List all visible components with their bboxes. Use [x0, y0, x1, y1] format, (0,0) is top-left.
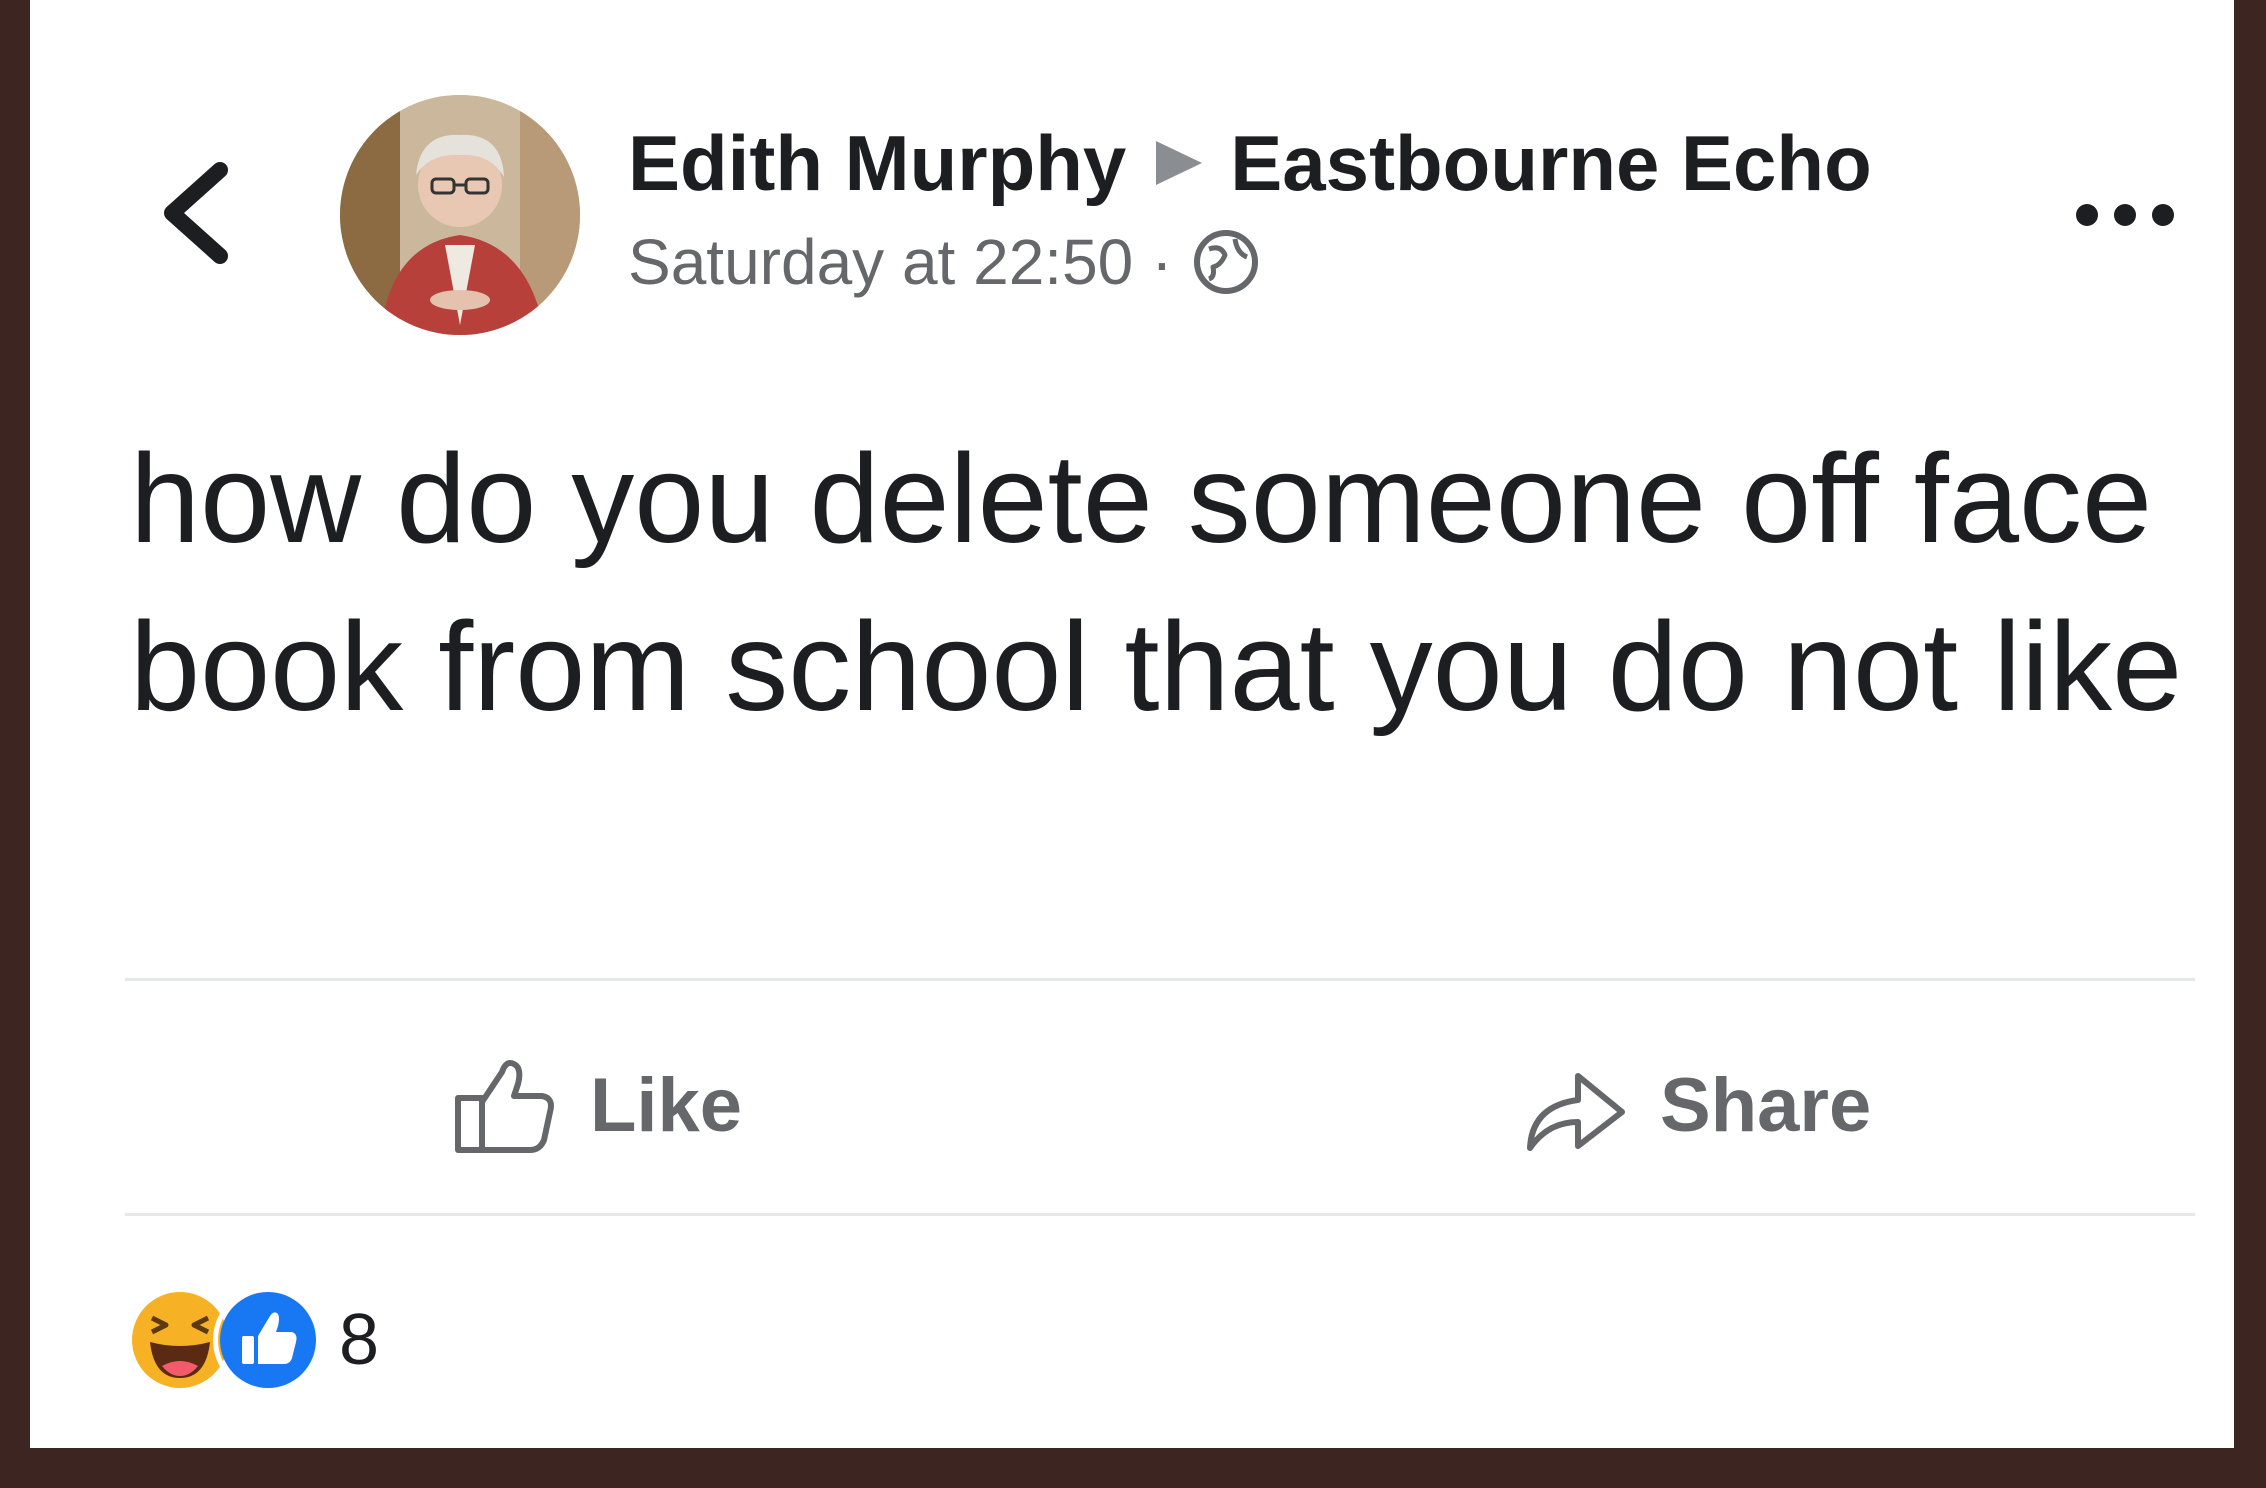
thumbs-up-icon: [450, 1050, 560, 1160]
post-header: Edith Murphy Eastbourne Echo: [628, 108, 1872, 218]
reactions-summary[interactable]: 8: [125, 1285, 379, 1395]
post-meta: Saturday at 22:50 ·: [628, 222, 1261, 302]
reaction-count: 8: [339, 1300, 380, 1380]
triangle-right-icon: [1148, 133, 1208, 193]
share-button[interactable]: Share: [1520, 1040, 1871, 1170]
like-label: Like: [590, 1062, 743, 1148]
share-arrow-icon: [1520, 1050, 1630, 1160]
more-options-button[interactable]: [2070, 190, 2180, 240]
more-dots-icon: [2076, 204, 2174, 226]
globe-icon: [1191, 227, 1261, 297]
chevron-left-icon: [164, 162, 228, 264]
like-button[interactable]: Like: [450, 1040, 742, 1170]
post-text: how do you delete someone off face book …: [130, 428, 2183, 737]
back-button[interactable]: [150, 148, 240, 278]
like-reaction-icon: [213, 1285, 323, 1395]
author-name[interactable]: Edith Murphy: [628, 118, 1126, 209]
group-name[interactable]: Eastbourne Echo: [1230, 118, 1871, 209]
post-timestamp[interactable]: Saturday at 22:50: [628, 225, 1133, 299]
meta-separator: ·: [1151, 226, 1173, 298]
divider: [125, 978, 2195, 981]
share-label: Share: [1660, 1062, 1872, 1148]
divider: [125, 1213, 2195, 1216]
avatar[interactable]: [340, 95, 580, 335]
post-card: Edith Murphy Eastbourne Echo Saturday at…: [30, 0, 2234, 1448]
